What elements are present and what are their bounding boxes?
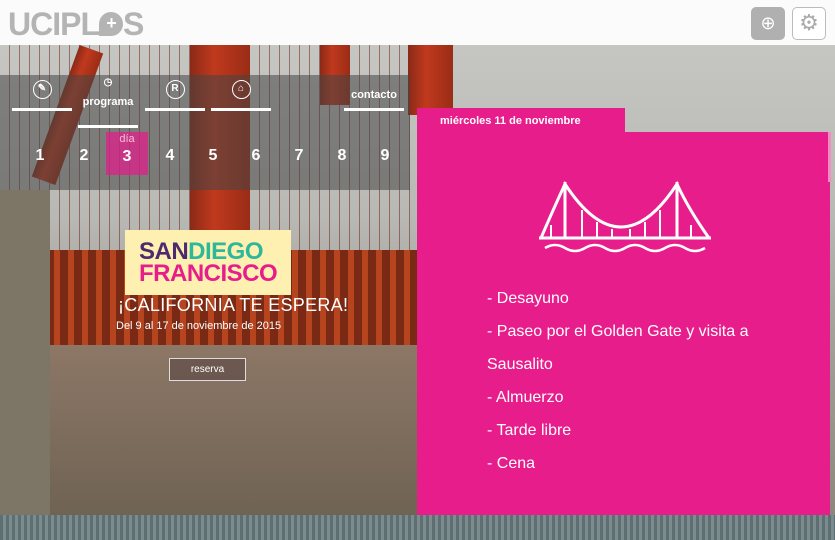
- day-8[interactable]: 8: [328, 147, 356, 165]
- day-5[interactable]: 5: [199, 147, 227, 165]
- list-item: - Desayuno: [487, 290, 569, 307]
- day-9[interactable]: 9: [371, 147, 399, 165]
- nav-item-contacto[interactable]: contacto: [344, 75, 404, 111]
- clock-icon: ◷: [103, 77, 113, 88]
- day-4[interactable]: 4: [156, 147, 184, 165]
- compass-icon: ✎: [32, 80, 52, 99]
- list-item: - Tarde libre: [487, 422, 572, 439]
- day-panel: - Desayuno - Paseo por el Golden Gate y …: [417, 132, 830, 515]
- tagline: ¡CALIFORNIA TE ESPERA!: [118, 295, 349, 315]
- nav-item-programa[interactable]: ◷ programa: [78, 75, 138, 128]
- settings-gear-icon[interactable]: ⚙: [792, 7, 826, 40]
- list-item: - Almuerzo: [487, 389, 564, 406]
- day-3[interactable]: día 3: [106, 132, 148, 175]
- itinerary-list: - Desayuno - Paseo por el Golden Gate y …: [487, 282, 787, 480]
- event-dates: Del 9 al 17 de noviembre de 2015: [116, 320, 282, 332]
- logo[interactable]: UCIPL + S: [8, 6, 144, 43]
- reserva-button[interactable]: reserva: [169, 358, 246, 381]
- day-tab[interactable]: miércoles 11 de noviembre: [417, 108, 625, 133]
- promo-logo: SANDIEGO FRANCISCO: [125, 230, 291, 295]
- r-icon: R: [165, 80, 185, 99]
- list-item: - Cena: [487, 455, 536, 472]
- nav-item-building[interactable]: ⌂: [211, 75, 271, 111]
- day-7[interactable]: 7: [285, 147, 313, 165]
- building-icon: ⌂: [231, 80, 251, 99]
- header: UCIPL + S ⊕ ⚙: [0, 0, 835, 45]
- day-2[interactable]: 2: [70, 147, 98, 165]
- add-window-icon[interactable]: ⊕: [751, 7, 785, 40]
- day-1[interactable]: 1: [26, 147, 54, 165]
- nav-item-compass[interactable]: ✎: [12, 75, 72, 111]
- golden-gate-bridge-icon: [539, 180, 711, 253]
- panel-scrollbar[interactable]: [828, 132, 831, 182]
- day-6[interactable]: 6: [242, 147, 270, 165]
- main-nav: ✎ ◷ programa R ⌂ contacto 1 2 día 3 4 5 6 …: [0, 75, 410, 190]
- list-item: - Paseo por el Golden Gate y visita a Sa…: [487, 323, 749, 373]
- nav-item-r[interactable]: R: [145, 75, 205, 111]
